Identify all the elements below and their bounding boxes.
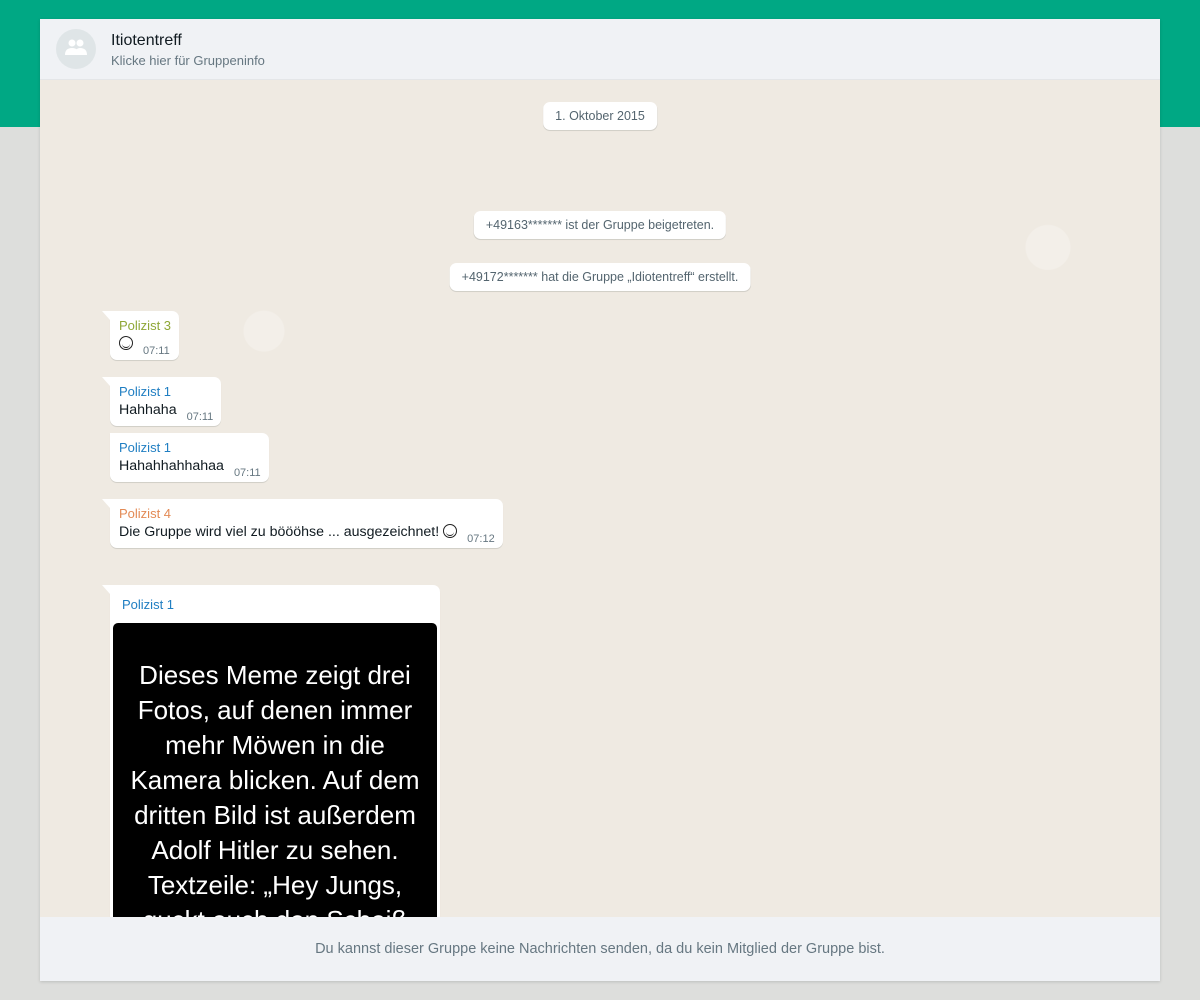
message-sender[interactable]: Polizist 3: [119, 318, 171, 333]
group-avatar[interactable]: [56, 29, 96, 69]
message-sender[interactable]: Polizist 1: [119, 384, 213, 399]
message-text: Hahahhahhahaa: [119, 458, 224, 474]
meme-image[interactable]: Dieses Meme zeigt drei Fotos, auf denen …: [113, 623, 437, 917]
group-name[interactable]: Itiotentreff: [111, 32, 182, 50]
group-icon: [64, 38, 88, 61]
message-sender[interactable]: Polizist 4: [119, 506, 495, 521]
message-sender[interactable]: Polizist 1: [110, 585, 440, 623]
message-time: 07:11: [143, 345, 170, 357]
message-time: 07:12: [467, 533, 495, 545]
message-time: 07:11: [186, 411, 214, 423]
message-bubble[interactable]: Polizist 3 07:11: [101, 311, 180, 360]
message-time: 07:11: [233, 467, 261, 479]
not-member-notice: Du kannst dieser Gruppe keine Nachrichte…: [40, 917, 1160, 981]
chat-window: Itiotentreff Klicke hier für Gruppeninfo…: [40, 19, 1160, 981]
date-badge: 1. Oktober 2015: [543, 102, 657, 130]
message-bubble[interactable]: Polizist 1 Hahahhahhahaa 07:11: [110, 433, 269, 482]
message-bubble[interactable]: Polizist 4 Die Gruppe wird viel zu böööh…: [102, 499, 503, 548]
media-message-bubble[interactable]: Polizist 1 Dieses Meme zeigt drei Fotos,…: [102, 585, 440, 917]
message-sender[interactable]: Polizist 1: [119, 440, 261, 455]
group-info-hint[interactable]: Klicke hier für Gruppeninfo: [111, 53, 265, 68]
laughing-face-emoji: [119, 336, 133, 350]
message-text: [119, 335, 133, 354]
message-list[interactable]: 1. Oktober 2015 +49163******* ist der Gr…: [40, 80, 1160, 917]
system-message: +49163******* ist der Gruppe beigetreten…: [473, 211, 727, 239]
message-text: Hahhaha: [119, 402, 177, 418]
system-message: +49172******* hat die Gruppe „Idiotentre…: [449, 263, 751, 291]
message-text: Die Gruppe wird viel zu böööhse ... ausg…: [119, 524, 440, 540]
message-bubble[interactable]: Polizist 1 Hahhaha 07:11: [101, 377, 222, 426]
message-content: Die Gruppe wird viel zu böööhse ... ausg…: [119, 523, 458, 542]
grinning-face-emoji: [443, 524, 458, 538]
chat-header[interactable]: Itiotentreff Klicke hier für Gruppeninfo: [40, 19, 1160, 80]
